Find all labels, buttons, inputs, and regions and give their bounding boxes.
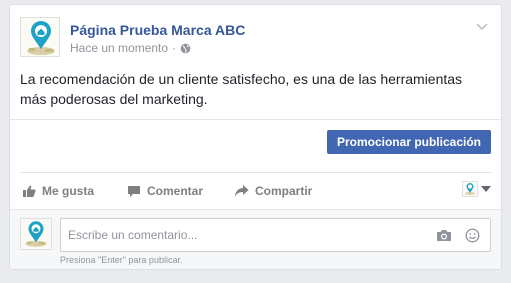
globe-icon[interactable] [180,43,191,54]
camera-icon[interactable] [436,229,452,242]
post-meta: Hace un momento · [70,41,191,55]
chevron-down-icon[interactable] [475,21,489,31]
page-avatar[interactable] [20,17,60,57]
thumbs-up-icon [23,185,36,197]
emoji-smiley-icon[interactable] [465,228,480,243]
enter-to-post-hint: Presiona "Enter" para publicar. [60,255,183,265]
post-timestamp[interactable]: Hace un momento [70,41,168,55]
divider [10,119,501,120]
speech-bubble-icon [128,186,140,197]
comment-input-box [60,218,491,252]
location-pin-logo-icon [21,219,51,249]
location-pin-logo-icon [21,18,59,56]
post-text: La recomendación de un cliente satisfech… [20,71,463,107]
comment-composer: Presiona "Enter" para publicar. [10,209,501,269]
page-name-link[interactable]: Página Prueba Marca ABC [70,22,245,38]
share-arrow-icon [234,185,249,197]
post-card: Página Prueba Marca ABC Hace un momento … [9,4,502,270]
post-as-selector[interactable] [462,181,491,197]
post-actions-bar: Me gusta Comentar Compartir [20,173,491,209]
comment-input[interactable] [61,219,490,251]
like-label: Me gusta [42,184,95,198]
promote-post-button[interactable]: Promocionar publicación [326,130,491,154]
share-label: Compartir [255,184,313,198]
post-header: Página Prueba Marca ABC Hace un momento … [20,17,491,61]
caret-down-icon [481,186,491,192]
comment-label: Comentar [147,184,204,198]
comment-button[interactable]: Comentar [127,173,203,209]
post-as-avatar [462,181,478,197]
share-button[interactable]: Compartir [234,173,312,209]
commenter-avatar [20,218,52,250]
location-pin-logo-icon [463,182,477,196]
like-button[interactable]: Me gusta [22,173,94,209]
meta-separator: · [172,41,177,55]
